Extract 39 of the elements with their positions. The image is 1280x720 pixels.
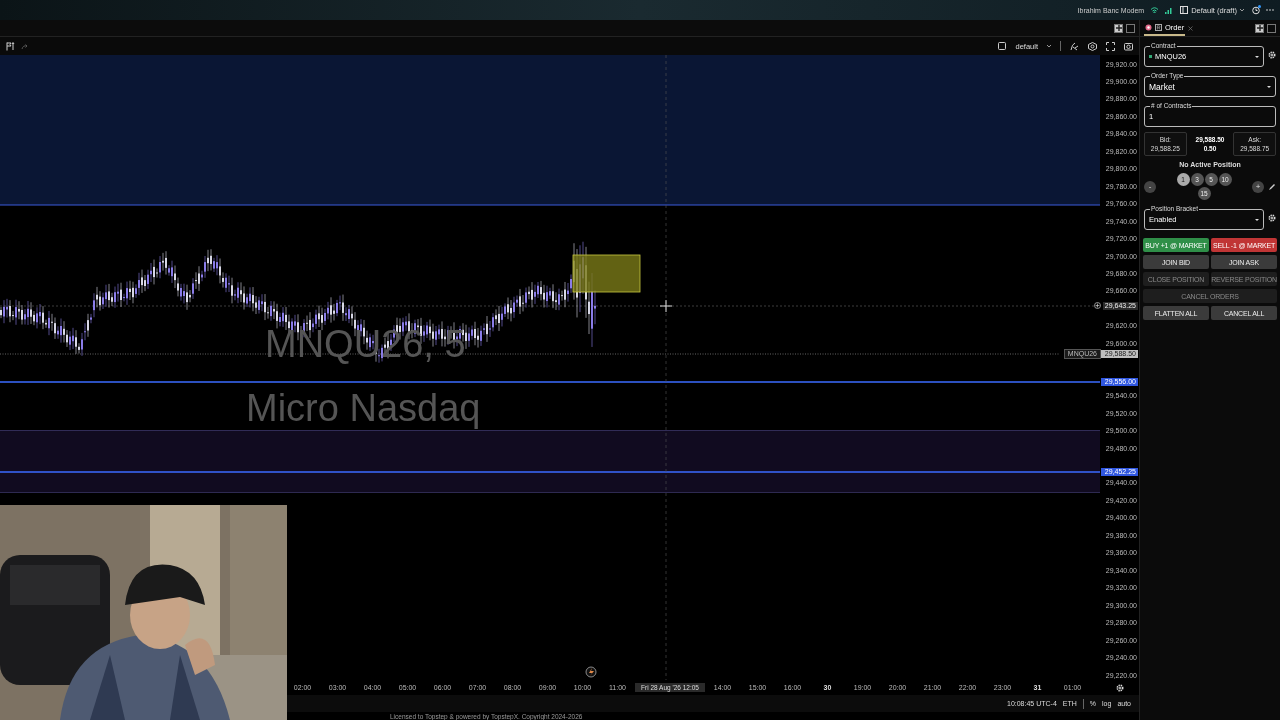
camera-icon[interactable]	[1124, 41, 1133, 51]
add-button[interactable]	[1255, 23, 1264, 33]
layout-icon	[1180, 6, 1189, 14]
clock-icon[interactable]	[1252, 5, 1260, 15]
plus-icon	[1114, 24, 1123, 32]
caret-icon	[1255, 55, 1259, 58]
notification-dot	[1258, 4, 1261, 8]
caret-icon	[1240, 8, 1244, 12]
caret-icon	[1255, 218, 1259, 221]
plus-icon	[1255, 24, 1264, 32]
watermark-description: Micro Nasdaq	[246, 389, 481, 427]
checkbox[interactable]	[998, 42, 1007, 50]
letter-icon	[1155, 23, 1162, 31]
caret-icon[interactable]	[1047, 44, 1051, 48]
settings-icon[interactable]	[1115, 683, 1124, 692]
visibility-icon[interactable]	[1088, 41, 1097, 51]
target-icon[interactable]	[1093, 302, 1101, 310]
wifi-icon	[1150, 6, 1160, 14]
close-icon	[1188, 25, 1194, 31]
settings-icon[interactable]	[1268, 50, 1276, 59]
flag-icon[interactable]	[6, 41, 15, 51]
signal-icon	[1165, 6, 1173, 14]
event-icon[interactable]	[585, 666, 597, 678]
more-icon[interactable]	[1266, 8, 1274, 12]
pencil-icon[interactable]	[1268, 182, 1276, 191]
record-icon	[1145, 23, 1152, 31]
maximize-button[interactable]	[1267, 23, 1276, 33]
add-button[interactable]	[1114, 23, 1123, 33]
highlight-box[interactable]	[572, 254, 641, 293]
plus-button[interactable]: +	[1252, 180, 1264, 193]
settings-icon[interactable]	[1268, 213, 1276, 222]
minus-button[interactable]: -	[1144, 180, 1156, 193]
cursor-icon	[659, 299, 673, 313]
field-value: Market	[1149, 81, 1176, 92]
fullscreen-icon[interactable]	[1106, 41, 1115, 51]
redo-icon[interactable]	[21, 42, 28, 50]
caret-icon	[1267, 85, 1271, 88]
maximize-button[interactable]	[1126, 23, 1135, 33]
indicator-icon[interactable]	[1070, 41, 1079, 51]
